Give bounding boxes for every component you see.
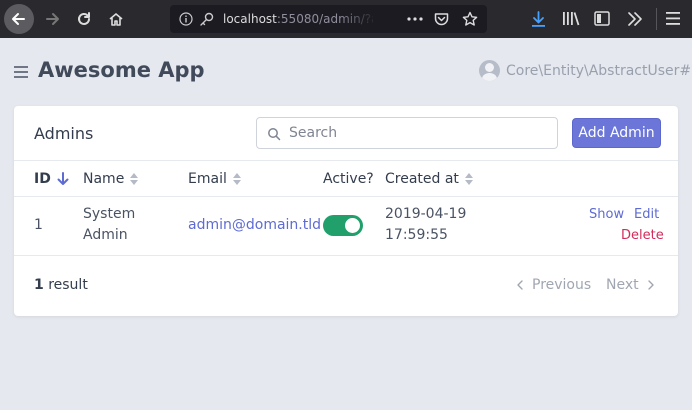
key-icon bbox=[200, 12, 214, 26]
cell-name-line1: System bbox=[83, 206, 136, 222]
toggle-knob bbox=[345, 218, 360, 233]
more-actions-icon[interactable] bbox=[407, 17, 423, 21]
next-page-button[interactable]: Next bbox=[606, 277, 655, 293]
pocket-icon[interactable] bbox=[434, 12, 449, 26]
table-row: 1 System Admin admin@domain.tld 2019-04-… bbox=[14, 197, 678, 256]
home-button[interactable] bbox=[102, 5, 130, 33]
cell-id: 1 bbox=[34, 217, 43, 233]
admins-card: Admins Add Admin ID Name Email Active? C… bbox=[14, 106, 678, 316]
browser-toolbar: localhost:55080/admin/?ac bbox=[0, 0, 692, 38]
url-bar[interactable]: localhost:55080/admin/?ac bbox=[170, 5, 487, 33]
created-date: 2019-04-19 bbox=[385, 206, 467, 222]
overflow-chevrons-icon[interactable] bbox=[627, 12, 643, 26]
edit-action[interactable]: Edit bbox=[634, 207, 659, 222]
cell-name: System Admin bbox=[83, 204, 135, 246]
user-name: Core\Entity\AbstractUser#1 bbox=[506, 62, 692, 79]
chevron-left-icon bbox=[517, 280, 523, 290]
sort-icon bbox=[130, 173, 139, 185]
search-input[interactable] bbox=[289, 118, 549, 148]
toolbar-separator bbox=[656, 8, 657, 30]
column-header-created-at[interactable]: Created at bbox=[385, 171, 473, 187]
cell-name-line2: Admin bbox=[83, 227, 128, 243]
sort-icon bbox=[464, 173, 473, 185]
column-header-name[interactable]: Name bbox=[83, 171, 139, 187]
url-host: localhost bbox=[223, 12, 277, 26]
cell-created-at: 2019-04-19 17:59:55 bbox=[385, 204, 466, 246]
arrow-right-icon bbox=[46, 13, 59, 25]
previous-label: Previous bbox=[532, 277, 592, 293]
library-icon[interactable] bbox=[562, 11, 580, 26]
add-admin-button[interactable]: Add Admin bbox=[572, 118, 661, 148]
user-menu[interactable]: Core\Entity\AbstractUser#1 bbox=[479, 60, 692, 81]
column-label: Created at bbox=[385, 171, 459, 187]
column-header-id[interactable]: ID bbox=[34, 171, 69, 187]
cell-email: admin@domain.tld bbox=[188, 215, 321, 236]
sort-icon bbox=[232, 173, 241, 185]
result-count-number: 1 bbox=[34, 277, 44, 293]
hamburger-menu-icon[interactable] bbox=[666, 12, 680, 25]
home-icon bbox=[109, 13, 123, 26]
previous-page-button[interactable]: Previous bbox=[516, 277, 591, 293]
sort-desc-icon bbox=[57, 172, 69, 185]
delete-action[interactable]: Delete bbox=[621, 228, 664, 243]
result-count-label: result bbox=[43, 277, 88, 293]
back-button[interactable] bbox=[4, 4, 34, 34]
sidebar-toggle-icon[interactable] bbox=[14, 66, 28, 78]
show-action[interactable]: Show bbox=[589, 207, 624, 222]
column-label: Name bbox=[83, 171, 125, 187]
app-title[interactable]: Awesome App bbox=[38, 58, 205, 82]
column-header-active: Active? bbox=[323, 171, 374, 187]
bookmark-star-icon[interactable] bbox=[462, 11, 478, 27]
column-label: ID bbox=[34, 171, 51, 187]
app-header: Awesome App Core\Entity\AbstractUser#1 bbox=[0, 38, 692, 106]
column-label: Email bbox=[188, 171, 227, 187]
url-fade bbox=[338, 7, 378, 31]
arrow-left-icon bbox=[12, 13, 25, 25]
column-header-email[interactable]: Email bbox=[188, 171, 241, 187]
reload-icon bbox=[78, 12, 90, 25]
page-title: Admins bbox=[34, 124, 94, 143]
download-icon[interactable] bbox=[531, 11, 546, 27]
table-footer: 1 result Previous Next bbox=[14, 256, 678, 316]
result-count: 1 result bbox=[34, 277, 88, 293]
info-icon bbox=[179, 12, 193, 26]
active-toggle[interactable] bbox=[323, 215, 363, 236]
sidebar-icon[interactable] bbox=[594, 11, 610, 26]
reload-button[interactable] bbox=[70, 5, 98, 33]
search-box[interactable] bbox=[256, 117, 558, 149]
email-link[interactable]: admin@domain.tld bbox=[188, 217, 321, 233]
forward-button[interactable] bbox=[38, 5, 66, 33]
table-header: ID Name Email Active? Created at bbox=[14, 160, 678, 197]
user-avatar-icon bbox=[479, 60, 500, 81]
next-label: Next bbox=[606, 277, 639, 293]
search-icon bbox=[268, 128, 281, 141]
chevron-right-icon bbox=[647, 280, 654, 290]
column-label: Active? bbox=[323, 171, 374, 187]
created-time: 17:59:55 bbox=[385, 227, 448, 243]
